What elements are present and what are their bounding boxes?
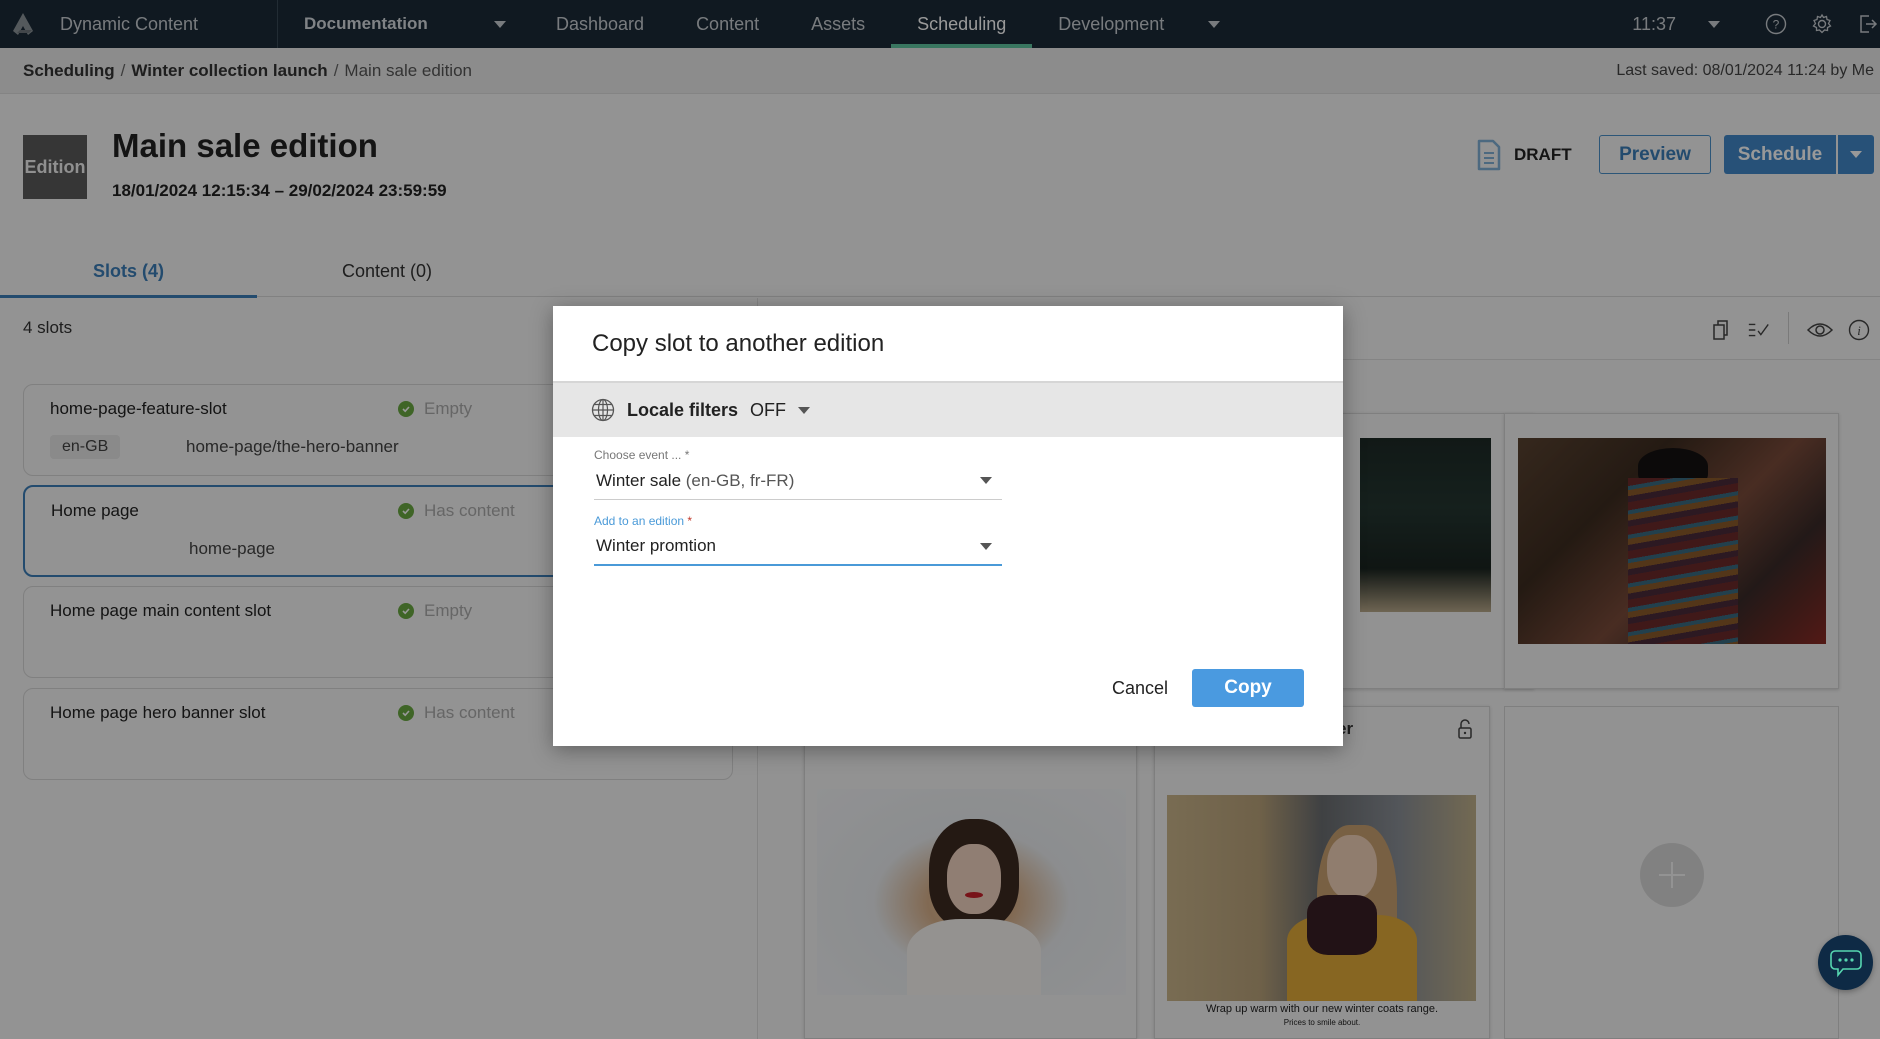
choose-event-label: Choose event ... * — [594, 448, 690, 462]
chevron-down-icon — [980, 542, 992, 550]
event-locales: (en-GB, fr-FR) — [685, 470, 795, 490]
chat-support-button[interactable] — [1818, 935, 1873, 990]
choose-event-field: Choose event ... * Winter sale (en-GB, f… — [594, 448, 1002, 500]
edition-label: Add to an edition * — [594, 514, 693, 528]
locale-filter-label: Locale filters — [627, 399, 739, 420]
chevron-down-icon — [980, 477, 992, 484]
copy-button[interactable]: Copy — [1192, 669, 1304, 707]
event-name: Winter sale — [596, 470, 682, 490]
locale-filter-bar[interactable]: Locale filters OFF — [553, 381, 1343, 437]
chevron-down-icon[interactable] — [798, 406, 811, 414]
dialog-title: Copy slot to another edition — [592, 330, 885, 357]
edition-select[interactable]: Winter promtion — [594, 528, 1002, 566]
copy-slot-dialog: Copy slot to another edition Locale filt… — [553, 306, 1343, 746]
edition-field: Add to an edition * Winter promtion — [594, 514, 1002, 566]
edition-value: Winter promtion — [596, 536, 716, 555]
chat-bubble-icon — [1829, 949, 1862, 977]
globe-icon — [591, 398, 615, 422]
locale-filter-value[interactable]: OFF — [750, 400, 786, 421]
cancel-button[interactable]: Cancel — [1100, 669, 1180, 707]
choose-event-select[interactable]: Winter sale (en-GB, fr-FR) — [594, 462, 1002, 500]
